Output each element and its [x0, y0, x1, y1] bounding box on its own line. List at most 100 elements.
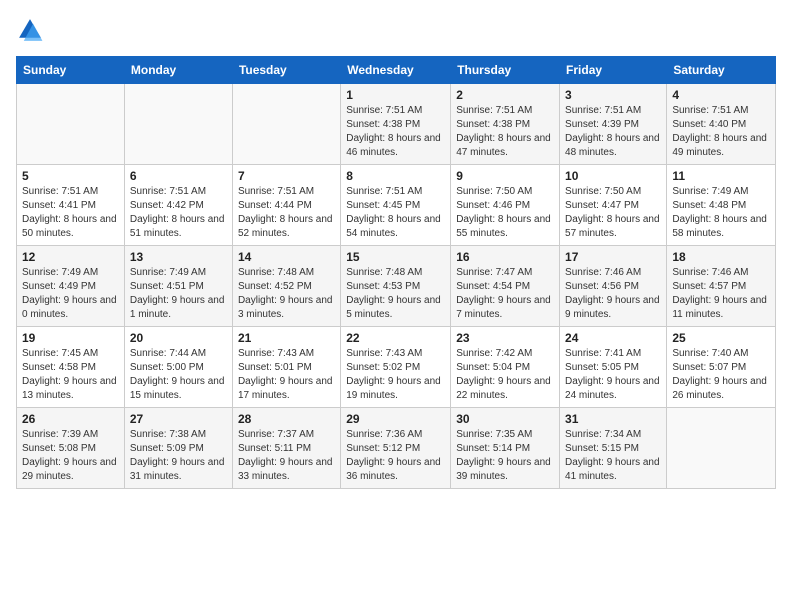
- day-info: Sunrise: 7:51 AM Sunset: 4:38 PM Dayligh…: [456, 104, 554, 160]
- calendar-cell: [232, 84, 340, 165]
- day-info: Sunrise: 7:51 AM Sunset: 4:45 PM Dayligh…: [346, 185, 445, 241]
- day-info: Sunrise: 7:49 AM Sunset: 4:49 PM Dayligh…: [22, 266, 119, 322]
- day-number: 5: [22, 169, 119, 183]
- calendar-cell: 25 Sunrise: 7:40 AM Sunset: 5:07 PM Dayli…: [667, 327, 776, 408]
- day-number: 31: [565, 412, 661, 426]
- day-header-saturday: Saturday: [667, 57, 776, 84]
- day-info: Sunrise: 7:37 AM Sunset: 5:11 PM Dayligh…: [238, 428, 335, 484]
- day-info: Sunrise: 7:45 AM Sunset: 4:58 PM Dayligh…: [22, 347, 119, 403]
- day-header-sunday: Sunday: [17, 57, 125, 84]
- calendar-cell: 3Sunrise: 7:51 AM Sunset: 4:39 PM Daylig…: [560, 84, 667, 165]
- day-info: Sunrise: 7:39 AM Sunset: 5:08 PM Dayligh…: [22, 428, 119, 484]
- calendar-cell: 11 Sunrise: 7:49 AM Sunset: 4:48 PM Dayli…: [667, 165, 776, 246]
- logo: [16, 16, 48, 44]
- day-number: 29: [346, 412, 445, 426]
- calendar-cell: 18 Sunrise: 7:46 AM Sunset: 4:57 PM Dayli…: [667, 246, 776, 327]
- day-number: 10: [565, 169, 661, 183]
- day-info: Sunrise: 7:46 AM Sunset: 4:57 PM Dayligh…: [672, 266, 770, 322]
- day-info: Sunrise: 7:40 AM Sunset: 5:07 PM Dayligh…: [672, 347, 770, 403]
- week-row-4: 19 Sunrise: 7:45 AM Sunset: 4:58 PM Dayli…: [17, 327, 776, 408]
- calendar-cell: 27 Sunrise: 7:38 AM Sunset: 5:09 PM Dayli…: [124, 408, 232, 489]
- day-number: 9: [456, 169, 554, 183]
- day-number: 19: [22, 331, 119, 345]
- day-number: 1: [346, 88, 445, 102]
- day-header-friday: Friday: [560, 57, 667, 84]
- day-number: 18: [672, 250, 770, 264]
- calendar-cell: 10 Sunrise: 7:50 AM Sunset: 4:47 PM Dayli…: [560, 165, 667, 246]
- calendar-cell: 16 Sunrise: 7:47 AM Sunset: 4:54 PM Dayli…: [451, 246, 560, 327]
- day-number: 12: [22, 250, 119, 264]
- calendar-cell: [17, 84, 125, 165]
- day-number: 26: [22, 412, 119, 426]
- day-info: Sunrise: 7:43 AM Sunset: 5:01 PM Dayligh…: [238, 347, 335, 403]
- week-row-5: 26 Sunrise: 7:39 AM Sunset: 5:08 PM Dayli…: [17, 408, 776, 489]
- day-info: Sunrise: 7:50 AM Sunset: 4:47 PM Dayligh…: [565, 185, 661, 241]
- calendar-cell: 26 Sunrise: 7:39 AM Sunset: 5:08 PM Dayli…: [17, 408, 125, 489]
- calendar-cell: 30 Sunrise: 7:35 AM Sunset: 5:14 PM Dayli…: [451, 408, 560, 489]
- day-number: 23: [456, 331, 554, 345]
- day-number: 21: [238, 331, 335, 345]
- calendar-cell: 1 Sunrise: 7:51 AM Sunset: 4:38 PM Daylig…: [341, 84, 451, 165]
- calendar-cell: 29Sunrise: 7:36 AM Sunset: 5:12 PM Dayli…: [341, 408, 451, 489]
- calendar-cell: 5 Sunrise: 7:51 AM Sunset: 4:41 PM Daylig…: [17, 165, 125, 246]
- calendar-cell: 7Sunrise: 7:51 AM Sunset: 4:44 PM Daylig…: [232, 165, 340, 246]
- day-number: 2: [456, 88, 554, 102]
- calendar-cell: 22 Sunrise: 7:43 AM Sunset: 5:02 PM Dayli…: [341, 327, 451, 408]
- day-header-thursday: Thursday: [451, 57, 560, 84]
- day-number: 20: [130, 331, 227, 345]
- week-row-2: 5 Sunrise: 7:51 AM Sunset: 4:41 PM Daylig…: [17, 165, 776, 246]
- calendar-cell: 23Sunrise: 7:42 AM Sunset: 5:04 PM Dayli…: [451, 327, 560, 408]
- calendar-cell: [667, 408, 776, 489]
- day-info: Sunrise: 7:49 AM Sunset: 4:48 PM Dayligh…: [672, 185, 770, 241]
- day-info: Sunrise: 7:51 AM Sunset: 4:44 PM Dayligh…: [238, 185, 335, 241]
- days-header-row: SundayMondayTuesdayWednesdayThursdayFrid…: [17, 57, 776, 84]
- day-number: 16: [456, 250, 554, 264]
- day-number: 14: [238, 250, 335, 264]
- calendar-cell: 14 Sunrise: 7:48 AM Sunset: 4:52 PM Dayli…: [232, 246, 340, 327]
- calendar-table: SundayMondayTuesdayWednesdayThursdayFrid…: [16, 56, 776, 489]
- logo-icon: [16, 16, 44, 44]
- day-number: 11: [672, 169, 770, 183]
- day-info: Sunrise: 7:51 AM Sunset: 4:38 PM Dayligh…: [346, 104, 445, 160]
- calendar-cell: [124, 84, 232, 165]
- calendar-cell: 17Sunrise: 7:46 AM Sunset: 4:56 PM Dayli…: [560, 246, 667, 327]
- day-info: Sunrise: 7:48 AM Sunset: 4:53 PM Dayligh…: [346, 266, 445, 322]
- day-info: Sunrise: 7:34 AM Sunset: 5:15 PM Dayligh…: [565, 428, 661, 484]
- day-number: 25: [672, 331, 770, 345]
- day-info: Sunrise: 7:51 AM Sunset: 4:40 PM Dayligh…: [672, 104, 770, 160]
- day-info: Sunrise: 7:43 AM Sunset: 5:02 PM Dayligh…: [346, 347, 445, 403]
- day-info: Sunrise: 7:51 AM Sunset: 4:39 PM Dayligh…: [565, 104, 661, 160]
- day-header-wednesday: Wednesday: [341, 57, 451, 84]
- calendar-cell: 28 Sunrise: 7:37 AM Sunset: 5:11 PM Dayli…: [232, 408, 340, 489]
- day-number: 4: [672, 88, 770, 102]
- calendar-cell: 9Sunrise: 7:50 AM Sunset: 4:46 PM Daylig…: [451, 165, 560, 246]
- calendar-cell: 6 Sunrise: 7:51 AM Sunset: 4:42 PM Daylig…: [124, 165, 232, 246]
- day-info: Sunrise: 7:48 AM Sunset: 4:52 PM Dayligh…: [238, 266, 335, 322]
- day-number: 13: [130, 250, 227, 264]
- day-info: Sunrise: 7:38 AM Sunset: 5:09 PM Dayligh…: [130, 428, 227, 484]
- day-header-tuesday: Tuesday: [232, 57, 340, 84]
- day-info: Sunrise: 7:51 AM Sunset: 4:42 PM Dayligh…: [130, 185, 227, 241]
- calendar-cell: 21 Sunrise: 7:43 AM Sunset: 5:01 PM Dayli…: [232, 327, 340, 408]
- week-row-3: 12 Sunrise: 7:49 AM Sunset: 4:49 PM Dayli…: [17, 246, 776, 327]
- day-header-monday: Monday: [124, 57, 232, 84]
- calendar-cell: 12 Sunrise: 7:49 AM Sunset: 4:49 PM Dayli…: [17, 246, 125, 327]
- day-info: Sunrise: 7:35 AM Sunset: 5:14 PM Dayligh…: [456, 428, 554, 484]
- calendar-cell: 15 Sunrise: 7:48 AM Sunset: 4:53 PM Dayli…: [341, 246, 451, 327]
- day-number: 27: [130, 412, 227, 426]
- day-info: Sunrise: 7:44 AM Sunset: 5:00 PM Dayligh…: [130, 347, 227, 403]
- calendar-cell: 13 Sunrise: 7:49 AM Sunset: 4:51 PM Dayli…: [124, 246, 232, 327]
- day-info: Sunrise: 7:51 AM Sunset: 4:41 PM Dayligh…: [22, 185, 119, 241]
- day-info: Sunrise: 7:49 AM Sunset: 4:51 PM Dayligh…: [130, 266, 227, 322]
- week-row-1: 1 Sunrise: 7:51 AM Sunset: 4:38 PM Daylig…: [17, 84, 776, 165]
- day-number: 28: [238, 412, 335, 426]
- day-info: Sunrise: 7:46 AM Sunset: 4:56 PM Dayligh…: [565, 266, 661, 322]
- day-number: 15: [346, 250, 445, 264]
- day-number: 22: [346, 331, 445, 345]
- day-number: 6: [130, 169, 227, 183]
- calendar-cell: 4 Sunrise: 7:51 AM Sunset: 4:40 PM Daylig…: [667, 84, 776, 165]
- calendar-cell: 20 Sunrise: 7:44 AM Sunset: 5:00 PM Dayli…: [124, 327, 232, 408]
- calendar-cell: 31 Sunrise: 7:34 AM Sunset: 5:15 PM Dayli…: [560, 408, 667, 489]
- day-number: 30: [456, 412, 554, 426]
- day-info: Sunrise: 7:47 AM Sunset: 4:54 PM Dayligh…: [456, 266, 554, 322]
